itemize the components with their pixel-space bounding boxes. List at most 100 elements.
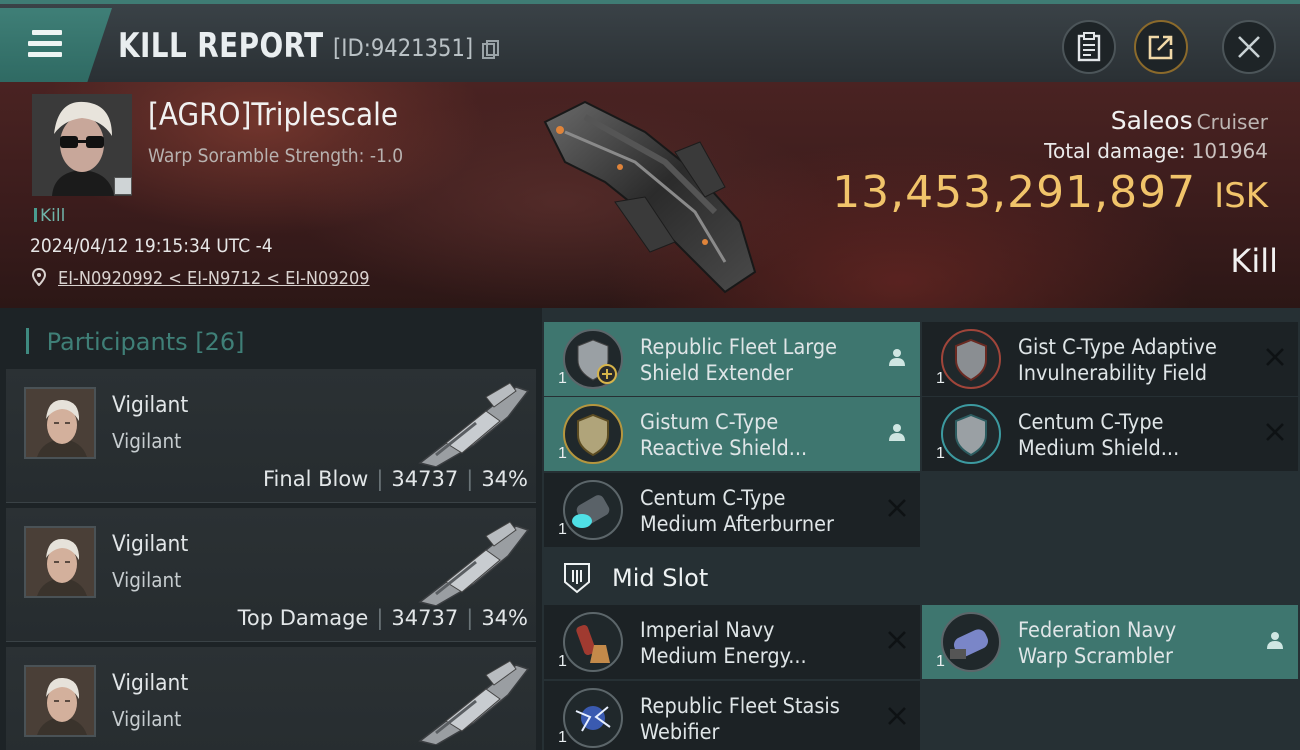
participants-count: [26] — [195, 328, 245, 356]
victim-ship-name[interactable]: Saleos — [1111, 106, 1193, 135]
module-quantity: 1 — [936, 445, 945, 462]
module-item[interactable]: 1 Federation Navy Warp Scrambler — [922, 605, 1298, 679]
participant-stats: Final Blow | 34737 | 34% — [263, 467, 528, 491]
participant-row[interactable]: Vigilant Vigilant Top Damage | 34737 | 34% — [6, 508, 536, 642]
participant-avatar[interactable] — [24, 387, 96, 459]
participant-ship: Vigilant — [112, 707, 182, 731]
participant-avatar[interactable] — [24, 665, 96, 737]
module-name-line1: Imperial Navy — [640, 618, 775, 642]
participants-header: Participants [26] — [26, 328, 245, 356]
module-item[interactable]: 1 Republic Fleet Stasis Webifier — [544, 681, 920, 750]
module-name: Republic Fleet Large Shield Extender — [640, 334, 852, 386]
isk-unit: ISK — [1214, 176, 1268, 216]
module-name: Gist C-Type Adaptive Invulnerability Fie… — [1018, 334, 1230, 386]
mid-slot-header: Mid Slot — [542, 556, 918, 602]
module-item[interactable]: 1 Centum C-Type Medium Afterburner — [544, 473, 920, 547]
participant-tag: Top Damage — [237, 606, 369, 630]
module-icon — [563, 688, 623, 748]
module-name-line1: Gistum C-Type — [640, 410, 779, 434]
participant-tag: Final Blow — [263, 467, 369, 491]
module-item[interactable]: 1 Imperial Navy Medium Energy... — [544, 605, 920, 679]
mid-slot-icon — [564, 563, 590, 594]
share-button[interactable] — [1134, 20, 1188, 74]
participant-ship-image — [418, 382, 530, 467]
module-quantity: 1 — [558, 653, 567, 670]
module-name-line1: Republic Fleet Large — [640, 335, 838, 359]
module-item[interactable]: 1 Gist C-Type Adaptive Invulnerability F… — [922, 322, 1298, 396]
participant-name[interactable]: Vigilant — [112, 671, 188, 696]
clipboard-icon — [1077, 32, 1101, 62]
participant-row[interactable]: Vigilant Vigilant — [6, 647, 536, 750]
module-quantity: 1 — [936, 653, 945, 670]
participants-panel: Participants [26] Vigilant Vigilant Fina… — [0, 308, 542, 750]
fitting-modules: 1 Republic Fleet Large Shield Extender 1… — [542, 308, 1300, 750]
close-button[interactable] — [1222, 20, 1276, 74]
module-name-line2: Warp Scrambler — [1018, 644, 1174, 668]
module-quantity: 1 — [936, 370, 945, 387]
module-name-line2: Reactive Shield... — [640, 436, 808, 460]
location-pin-icon — [31, 267, 47, 287]
module-name-line1: Centum C-Type — [1018, 410, 1164, 434]
victim-ship-class: Cruiser — [1196, 110, 1268, 134]
kill-location[interactable]: EI-N0920992 < EI-N9712 < EI-N09209 — [31, 267, 404, 289]
x-icon — [888, 631, 906, 649]
total-damage-value: 101964 — [1191, 139, 1268, 163]
module-name-line1: Republic Fleet Stasis — [640, 694, 840, 718]
participant-percent: 34% — [481, 606, 528, 630]
avatar-menu-badge[interactable] — [114, 177, 132, 195]
module-name: Federation Navy Warp Scrambler — [1018, 617, 1230, 669]
module-name-line1: Centum C-Type — [640, 486, 786, 510]
module-name-line2: Medium Afterburner — [640, 512, 834, 536]
clipboard-button[interactable] — [1062, 20, 1116, 74]
participant-ship: Vigilant — [112, 429, 182, 453]
person-icon — [889, 424, 905, 441]
person-icon — [1267, 632, 1283, 649]
menu-button[interactable] — [0, 8, 112, 82]
participant-name[interactable]: Vigilant — [112, 532, 188, 557]
module-name: Centum C-Type Medium Afterburner — [640, 485, 852, 537]
close-icon — [1238, 36, 1260, 58]
module-name-line2: Webifier — [640, 720, 720, 744]
x-icon — [888, 499, 906, 517]
module-icon — [563, 612, 623, 672]
module-name-line1: Federation Navy — [1018, 618, 1177, 642]
x-icon — [1266, 348, 1284, 366]
module-icon — [563, 404, 623, 464]
hamburger-icon — [28, 30, 62, 63]
module-item[interactable]: 1 Gistum C-Type Reactive Shield... — [544, 397, 920, 471]
participant-avatar[interactable] — [24, 526, 96, 598]
share-icon — [1148, 35, 1173, 60]
module-quantity: 1 — [558, 445, 567, 462]
participant-stats: Top Damage | 34737 | 34% — [237, 606, 528, 630]
module-name-line2: Medium Shield... — [1018, 436, 1180, 460]
isk-value: 13,453,291,897 — [832, 167, 1197, 218]
location-path[interactable]: EI-N0920992 < EI-N9712 < EI-N09209 — [58, 268, 370, 289]
victim-ship-image — [543, 100, 757, 294]
module-name-line2: Shield Extender — [640, 361, 793, 385]
module-icon — [941, 612, 1001, 672]
module-quantity: 1 — [558, 729, 567, 746]
kill-result: Kill — [1230, 242, 1278, 280]
participant-name[interactable]: Vigilant — [112, 393, 188, 418]
person-icon — [889, 349, 905, 366]
participant-percent: 34% — [481, 467, 528, 491]
module-name: Republic Fleet Stasis Webifier — [640, 693, 852, 745]
module-icon — [941, 329, 1001, 389]
module-item[interactable]: 1 Centum C-Type Medium Shield... — [922, 397, 1298, 471]
module-quantity: 1 — [558, 521, 567, 538]
mid-slot-label: Mid Slot — [612, 564, 709, 592]
kill-datetime: 2024/04/12 19:15:34 UTC -4 — [30, 235, 273, 257]
victim-pilot-name[interactable]: [AGRO]Triplescale — [148, 97, 398, 133]
module-icon — [941, 404, 1001, 464]
victim-summary: Saleos Cruiser Total damage: 101964 13,453… — [832, 106, 1268, 218]
module-item[interactable]: 1 Republic Fleet Large Shield Extender — [544, 322, 920, 396]
copy-icon[interactable] — [482, 40, 500, 60]
page-title: KILL REPORT — [118, 26, 324, 66]
participant-ship-image — [418, 521, 530, 606]
module-icon — [563, 480, 623, 540]
participant-damage: 34737 — [391, 467, 459, 491]
participant-ship-image — [418, 660, 530, 745]
report-id: [ID:9421351] — [333, 34, 474, 62]
participant-row[interactable]: Vigilant Vigilant Final Blow | 34737 | 34% — [6, 369, 536, 503]
participant-ship: Vigilant — [112, 568, 182, 592]
